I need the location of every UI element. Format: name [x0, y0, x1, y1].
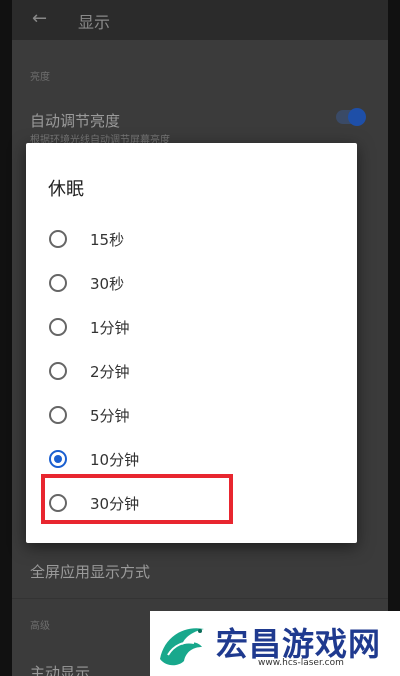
- radio-button-selected[interactable]: [49, 450, 67, 468]
- section-header-advanced: 高级: [30, 621, 50, 632]
- option-label: 2分钟: [90, 363, 130, 381]
- radio-button[interactable]: [49, 274, 67, 292]
- phone-bezel-left: [0, 0, 12, 676]
- option-15s[interactable]: 15秒: [26, 217, 357, 261]
- page-title: 显示: [78, 13, 111, 32]
- highlight-annotation-box: [41, 474, 233, 524]
- option-1min[interactable]: 1分钟: [26, 305, 357, 349]
- auto-brightness-label[interactable]: 自动调节亮度: [30, 110, 120, 131]
- radio-button[interactable]: [49, 406, 67, 424]
- option-label: 30秒: [90, 275, 125, 293]
- option-label: 10分钟: [90, 451, 140, 469]
- toggle-knob: [348, 108, 366, 126]
- option-30s[interactable]: 30秒: [26, 261, 357, 305]
- dragon-logo-icon: [160, 628, 204, 666]
- option-2min[interactable]: 2分钟: [26, 349, 357, 393]
- radio-button[interactable]: [49, 318, 67, 336]
- option-label: 5分钟: [90, 407, 130, 425]
- option-label: 15秒: [90, 231, 125, 249]
- auto-brightness-toggle[interactable]: [336, 108, 366, 126]
- divider: [12, 598, 388, 599]
- radio-button[interactable]: [49, 362, 67, 380]
- dialog-title: 休眠: [48, 179, 84, 200]
- phone-bezel-right: [388, 0, 400, 676]
- radio-button[interactable]: [49, 230, 67, 248]
- option-5min[interactable]: 5分钟: [26, 393, 357, 437]
- watermark-url: www.hcs-laser.com: [258, 658, 344, 668]
- active-display-row[interactable]: 主动显示: [30, 662, 90, 676]
- app-bar: ← 显示: [12, 0, 388, 40]
- option-label: 1分钟: [90, 319, 130, 337]
- watermark-banner: 宏昌游戏网 www.hcs-laser.com: [150, 611, 400, 676]
- back-arrow-icon[interactable]: ←: [32, 8, 47, 29]
- fullscreen-display-mode-row[interactable]: 全屏应用显示方式: [30, 561, 150, 582]
- section-header-brightness: 亮度: [30, 72, 50, 83]
